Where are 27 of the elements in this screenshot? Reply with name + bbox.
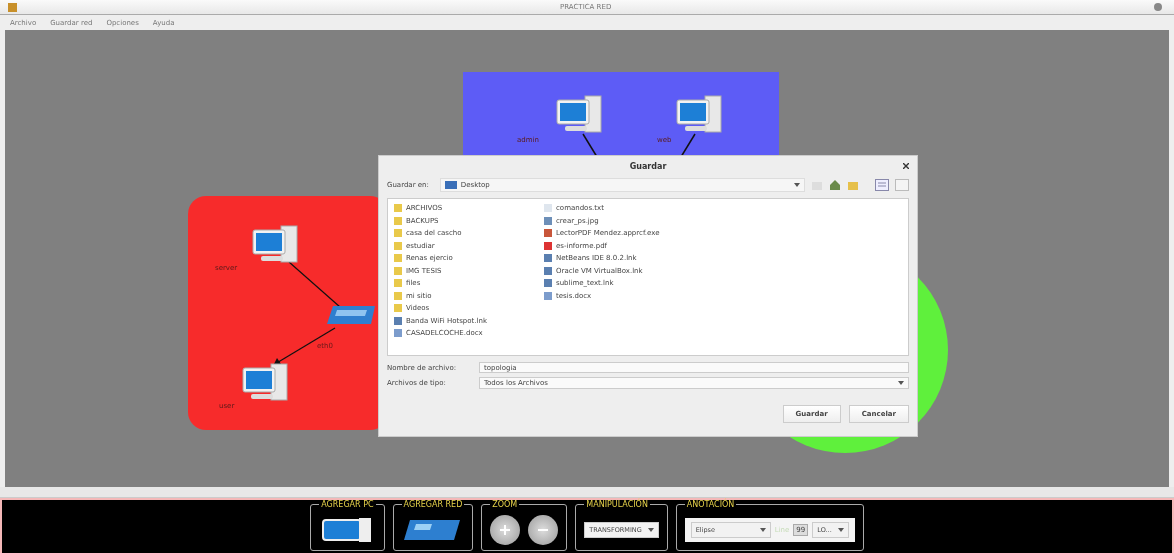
list-view-icon[interactable]	[875, 179, 889, 191]
caret-icon	[794, 183, 800, 187]
close-icon[interactable]	[903, 163, 909, 169]
group-title: AGREGAR PC	[320, 500, 375, 509]
computer-icon[interactable]	[252, 225, 298, 263]
link-line	[288, 261, 341, 308]
caret-icon	[647, 527, 654, 532]
group-title: ANOTACIÓN	[685, 500, 736, 509]
computer-icon[interactable]	[242, 363, 288, 401]
plus-icon	[499, 523, 512, 536]
add-pc-button[interactable]	[319, 515, 374, 544]
group-title: AGREGAR RED	[402, 500, 464, 509]
window-control-icon[interactable]	[1154, 3, 1162, 11]
zoom-out-button[interactable]	[528, 514, 559, 545]
zoom-in-button[interactable]	[490, 514, 521, 545]
caret-icon	[837, 527, 844, 532]
caret-icon	[898, 381, 904, 385]
group-title: ZOOM	[491, 500, 519, 509]
group-title: MANIPULACIÓN	[585, 500, 649, 509]
app-icon	[8, 2, 17, 12]
home-icon[interactable]	[829, 179, 841, 191]
computer-icon[interactable]	[556, 95, 602, 133]
caret-icon	[759, 527, 766, 532]
dialog-title: Guardar	[629, 161, 667, 173]
scroll-bar[interactable]	[0, 487, 1174, 498]
computer-icon[interactable]	[676, 95, 722, 133]
switch-icon[interactable]	[327, 306, 375, 324]
